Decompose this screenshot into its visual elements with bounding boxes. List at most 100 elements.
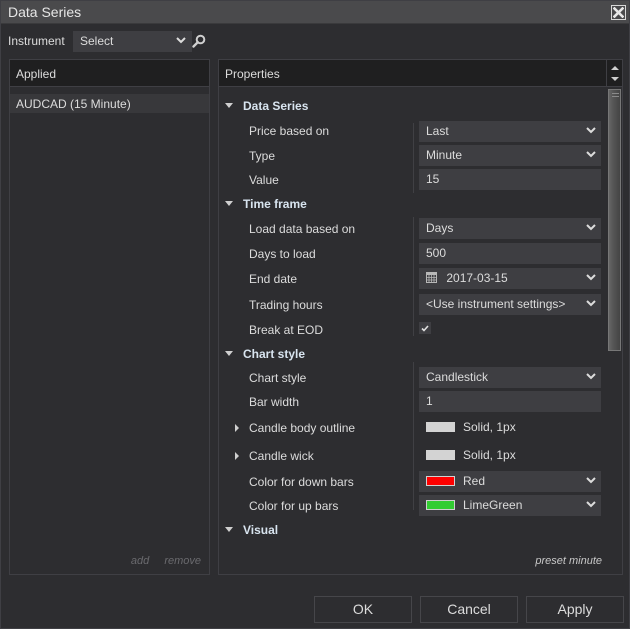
value-input[interactable]: 15 bbox=[419, 169, 601, 190]
property-label: Value bbox=[249, 173, 279, 187]
type-select[interactable]: Minute bbox=[419, 145, 601, 166]
category-label: Chart style bbox=[243, 347, 306, 361]
collapse-triangle-icon bbox=[225, 351, 233, 356]
preset-link[interactable]: preset minute bbox=[535, 555, 602, 567]
instrument-select[interactable]: Select bbox=[73, 31, 192, 52]
collapse-triangle-icon bbox=[225, 103, 233, 108]
properties-header: Properties bbox=[219, 60, 606, 87]
property-label: End date bbox=[249, 272, 298, 286]
property-label: Chart style bbox=[249, 371, 307, 385]
checkmark-icon bbox=[421, 324, 429, 332]
title-bar: Data Series bbox=[1, 1, 629, 24]
property-end-date: End date 2017-03-15 bbox=[219, 268, 606, 290]
category-time-frame[interactable]: Time frame bbox=[219, 193, 606, 215]
chevron-down-icon bbox=[586, 477, 596, 484]
ok-button[interactable]: OK bbox=[314, 596, 412, 623]
break-at-eod-checkbox[interactable] bbox=[419, 322, 431, 334]
instrument-select-value: Select bbox=[80, 34, 114, 48]
property-label: Price based on bbox=[249, 124, 330, 138]
category-label: Time frame bbox=[243, 197, 307, 211]
down-bars-color-select[interactable]: Red bbox=[419, 471, 601, 492]
close-icon bbox=[613, 7, 624, 18]
select-value: Candlestick bbox=[426, 370, 489, 384]
date-value: 2017-03-15 bbox=[446, 271, 508, 285]
stroke-value: Solid, 1px bbox=[463, 420, 516, 434]
applied-actions: add remove bbox=[119, 555, 201, 567]
candle-body-outline-stroke[interactable]: Solid, 1px bbox=[419, 417, 601, 438]
property-days-to-load: Days to load 500 bbox=[219, 243, 606, 265]
properties-panel: Properties Data Series Price based on La… bbox=[218, 59, 623, 575]
close-button[interactable] bbox=[611, 5, 626, 20]
chevron-down-icon bbox=[586, 224, 596, 231]
data-series-dialog: Data Series Instrument Select Applied AU… bbox=[0, 0, 630, 629]
apply-button[interactable]: Apply bbox=[526, 596, 624, 623]
property-color-up-bars: Color for up bars LimeGreen bbox=[219, 495, 606, 517]
applied-header: Applied bbox=[10, 60, 209, 87]
grip-line bbox=[612, 93, 619, 94]
property-label: Load data based on bbox=[249, 222, 356, 236]
bar-width-input[interactable]: 1 bbox=[419, 391, 601, 412]
property-label: Bar width bbox=[249, 395, 300, 409]
stroke-value: Solid, 1px bbox=[463, 448, 516, 462]
color-name: LimeGreen bbox=[463, 498, 523, 512]
category-label: Visual bbox=[243, 523, 279, 537]
select-value: Minute bbox=[426, 148, 463, 162]
category-chart-style[interactable]: Chart style bbox=[219, 343, 606, 365]
trading-hours-select[interactable]: <Use instrument settings> bbox=[419, 294, 601, 315]
property-price-based-on: Price based on Last bbox=[219, 120, 606, 142]
search-icon[interactable] bbox=[192, 34, 206, 48]
add-link[interactable]: add bbox=[131, 555, 149, 567]
select-value: <Use instrument settings> bbox=[426, 297, 566, 311]
property-label: Break at EOD bbox=[249, 323, 324, 337]
chevron-down-icon bbox=[586, 127, 596, 134]
property-label: Color for down bars bbox=[249, 475, 354, 489]
days-to-load-input[interactable]: 500 bbox=[419, 243, 601, 264]
chevron-down-icon bbox=[586, 373, 596, 380]
property-label: Color for up bars bbox=[249, 499, 339, 513]
category-visual[interactable]: Visual bbox=[219, 519, 606, 541]
candle-wick-stroke[interactable]: Solid, 1px bbox=[419, 445, 601, 466]
chart-style-select[interactable]: Candlestick bbox=[419, 367, 601, 388]
color-swatch bbox=[426, 500, 455, 510]
select-value: Last bbox=[426, 124, 449, 138]
end-date-picker[interactable]: 2017-03-15 bbox=[419, 268, 601, 289]
color-name: Red bbox=[463, 474, 486, 488]
stroke-color-swatch bbox=[426, 450, 455, 460]
property-label: Candle body outline bbox=[249, 421, 356, 435]
category-data-series[interactable]: Data Series bbox=[219, 95, 606, 117]
property-label: Days to load bbox=[249, 247, 316, 261]
property-break-at-eod: Break at EOD bbox=[219, 319, 606, 341]
chevron-down-icon bbox=[586, 274, 596, 281]
grip-line bbox=[612, 96, 619, 97]
scrollbar[interactable] bbox=[607, 88, 621, 574]
expand-triangle-icon[interactable] bbox=[235, 452, 239, 460]
expand-triangle-icon[interactable] bbox=[235, 424, 239, 432]
collapse-triangle-icon bbox=[225, 527, 233, 532]
property-load-data-based-on: Load data based on Days bbox=[219, 218, 606, 240]
property-candle-wick: Candle wick Solid, 1px bbox=[219, 445, 606, 467]
calendar-icon bbox=[426, 272, 437, 283]
applied-list-item[interactable]: AUDCAD (15 Minute) bbox=[10, 94, 209, 113]
remove-link[interactable]: remove bbox=[164, 555, 201, 567]
category-label: Data Series bbox=[243, 99, 309, 113]
select-value: Days bbox=[426, 221, 454, 235]
property-value: Value 15 bbox=[219, 169, 606, 191]
property-label: Trading hours bbox=[249, 298, 323, 312]
scroll-arrows bbox=[606, 60, 622, 87]
chevron-down-icon bbox=[586, 300, 596, 307]
property-label: Type bbox=[249, 149, 276, 163]
scroll-up-arrow-icon[interactable] bbox=[611, 66, 619, 70]
applied-panel: Applied AUDCAD (15 Minute) add remove bbox=[9, 59, 210, 575]
property-chart-style: Chart style Candlestick bbox=[219, 367, 606, 389]
collapse-triangle-icon bbox=[225, 201, 233, 206]
scroll-down-arrow-icon[interactable] bbox=[611, 77, 619, 81]
property-candle-body-outline: Candle body outline Solid, 1px bbox=[219, 417, 606, 439]
property-color-down-bars: Color for down bars Red bbox=[219, 471, 606, 493]
property-trading-hours: Trading hours <Use instrument settings> bbox=[219, 294, 606, 316]
cancel-button[interactable]: Cancel bbox=[420, 596, 518, 623]
price-based-on-select[interactable]: Last bbox=[419, 121, 601, 142]
load-data-based-on-select[interactable]: Days bbox=[419, 218, 601, 239]
up-bars-color-select[interactable]: LimeGreen bbox=[419, 495, 601, 516]
property-type: Type Minute bbox=[219, 145, 606, 167]
scrollbar-thumb[interactable] bbox=[608, 89, 621, 351]
